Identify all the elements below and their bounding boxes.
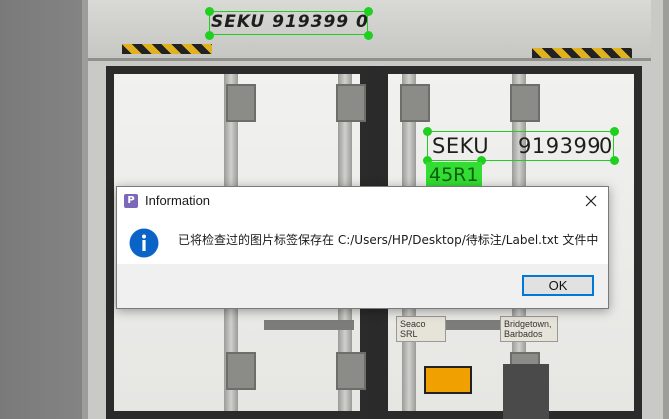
annotation-handle[interactable] (423, 127, 432, 136)
door-lockbox (226, 84, 256, 122)
close-button[interactable] (574, 187, 608, 216)
door-lockbox (226, 352, 256, 390)
annotation-handle[interactable] (610, 156, 619, 165)
location-plate: Bridgetown, Barbados (500, 316, 558, 342)
plate-line: Bridgetown, (504, 319, 552, 329)
annotation-handle[interactable] (205, 7, 214, 16)
ok-button[interactable]: OK (522, 275, 594, 296)
door-handle (264, 320, 354, 330)
door-lockbox (510, 84, 540, 122)
dialog-message: 已将检查过的图片标签保存在 C:/Users/HP/Desktop/待标注/La… (178, 233, 599, 247)
plate-line: SRL (400, 329, 418, 339)
owner-plate: Seaco SRL (396, 316, 446, 342)
dialog-title: Information (145, 193, 211, 208)
dialog-footer: OK (117, 264, 608, 308)
annotation-handle[interactable] (364, 31, 373, 40)
annotation-handle[interactable] (610, 127, 619, 136)
warning-label (424, 366, 472, 394)
dialog-titlebar[interactable]: P Information (117, 187, 608, 216)
annotation-handle[interactable] (205, 31, 214, 40)
plate-line: Barbados (504, 329, 543, 339)
close-icon (585, 195, 597, 207)
plate-line: Seaco (400, 319, 426, 329)
hazard-stripe (532, 48, 632, 58)
door-lockbox (336, 84, 366, 122)
door-panel (503, 364, 549, 419)
annotation-box-right[interactable] (427, 131, 614, 161)
annotation-handle[interactable] (364, 7, 373, 16)
dialog-body: 已将检查过的图片标签保存在 C:/Users/HP/Desktop/待标注/La… (117, 216, 608, 264)
app-icon: P (124, 194, 138, 208)
door-lockbox (336, 352, 366, 390)
info-icon (129, 228, 159, 258)
annotation-badge[interactable]: 45R1 (426, 162, 482, 188)
hazard-stripe (122, 44, 212, 54)
door-lockbox (400, 84, 430, 122)
annotation-box-top[interactable] (209, 11, 368, 35)
information-dialog: P Information 已将检查过的图片标签保存在 C:/Users/HP/… (116, 186, 609, 309)
